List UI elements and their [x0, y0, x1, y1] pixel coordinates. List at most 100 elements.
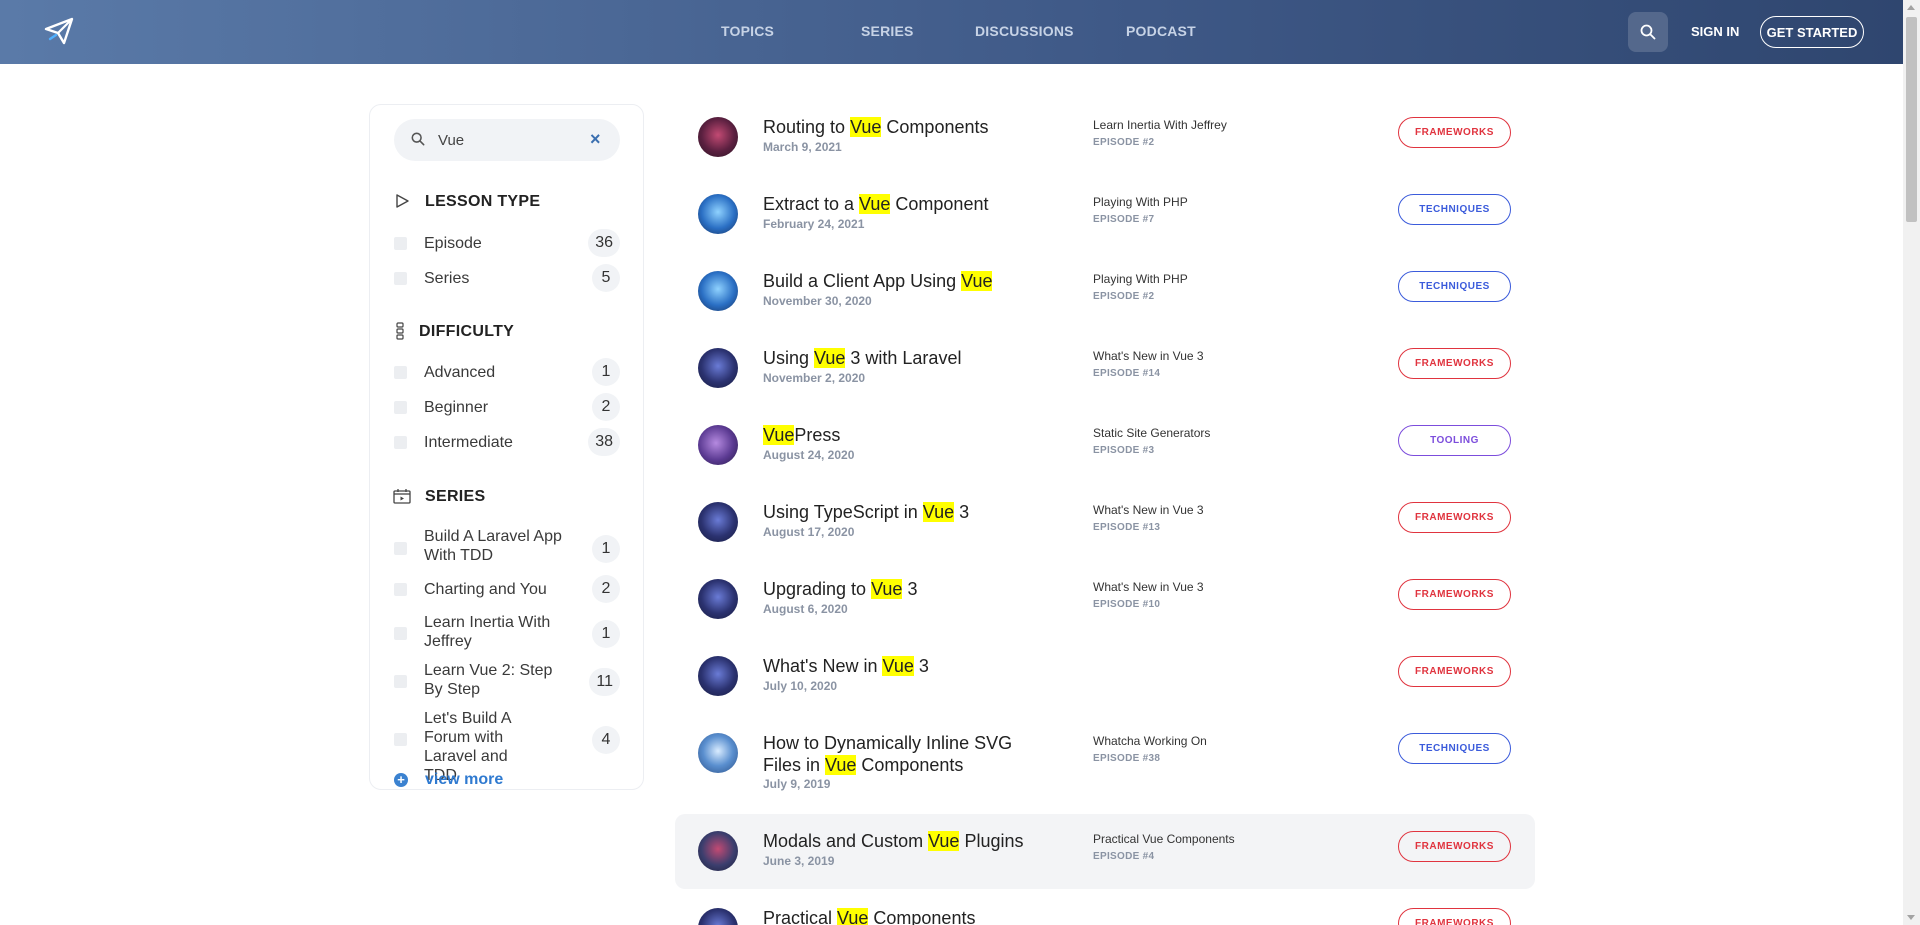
- search-highlight: Vue: [814, 348, 846, 368]
- search-icon: [1640, 24, 1656, 40]
- series-link[interactable]: What's New in Vue 3: [1093, 349, 1204, 363]
- series-thumbnail[interactable]: [698, 348, 738, 388]
- lesson-title[interactable]: Modals and Custom Vue Plugins: [763, 830, 1033, 852]
- lesson-row[interactable]: Using TypeScript in Vue 3 August 17, 2020…: [675, 485, 1535, 560]
- clear-search-icon[interactable]: ×: [590, 129, 601, 150]
- series-thumbnail[interactable]: [698, 908, 738, 925]
- filter-label: Series: [424, 270, 470, 287]
- lesson-title[interactable]: Upgrading to Vue 3: [763, 578, 1033, 600]
- search-button[interactable]: [1628, 12, 1668, 52]
- lesson-row[interactable]: VuePress August 24, 2020 Static Site Gener…: [675, 408, 1535, 483]
- series-link[interactable]: What's New in Vue 3: [1093, 503, 1204, 517]
- series-item-checkbox[interactable]: [394, 627, 407, 640]
- lesson-row[interactable]: How to Dynamically Inline SVG Files in V…: [675, 716, 1535, 791]
- scroll-up-arrow-icon[interactable]: [1907, 5, 1915, 10]
- intermediate-checkbox[interactable]: [394, 436, 407, 449]
- get-started-button[interactable]: GET STARTED: [1760, 16, 1864, 48]
- series-thumbnail[interactable]: [698, 831, 738, 871]
- lesson-title[interactable]: Practical Vue Components: [763, 907, 1033, 925]
- title-text: Routing to: [763, 117, 851, 137]
- topic-tag[interactable]: TECHNIQUES: [1398, 271, 1511, 302]
- lesson-row[interactable]: Extract to a Vue Component February 24, 2…: [675, 177, 1535, 252]
- series-link[interactable]: Static Site Generators: [1093, 426, 1210, 440]
- topic-tag[interactable]: FRAMEWORKS: [1398, 579, 1511, 610]
- lesson-title[interactable]: Extract to a Vue Component: [763, 193, 1033, 215]
- view-more-link[interactable]: + view more: [394, 771, 503, 789]
- topic-tag[interactable]: FRAMEWORKS: [1398, 502, 1511, 533]
- series-thumbnail[interactable]: [698, 194, 738, 234]
- lesson-title[interactable]: What's New in Vue 3: [763, 655, 1033, 677]
- filter-count: 5: [592, 264, 620, 292]
- title-text: Practical: [763, 908, 838, 925]
- topic-tag[interactable]: FRAMEWORKS: [1398, 656, 1511, 687]
- lesson-row[interactable]: What's New in Vue 3 July 10, 2020 FRAMEWOR…: [675, 639, 1535, 714]
- episode-number: EPISODE #2: [1093, 291, 1155, 302]
- search-highlight: Vue: [763, 425, 795, 445]
- filter-label: Intermediate: [424, 434, 513, 451]
- series-link[interactable]: Playing With PHP: [1093, 272, 1188, 286]
- lesson-date: November 2, 2020: [763, 371, 866, 385]
- series-thumbnail[interactable]: [698, 425, 738, 465]
- scrollbar-thumb[interactable]: [1906, 17, 1917, 222]
- sign-in-link[interactable]: SIGN IN: [1691, 24, 1739, 39]
- lesson-date: February 24, 2021: [763, 217, 865, 231]
- lesson-title[interactable]: How to Dynamically Inline SVG Files in V…: [763, 732, 1033, 776]
- title-text: Components: [868, 908, 976, 925]
- series-thumbnail[interactable]: [698, 656, 738, 696]
- series-item-checkbox[interactable]: [394, 675, 407, 688]
- lesson-row[interactable]: Practical Vue Components FRAMEWORKS: [675, 891, 1535, 925]
- series-checkbox[interactable]: [394, 272, 407, 285]
- series-thumbnail[interactable]: [698, 117, 738, 157]
- logo-icon[interactable]: [44, 17, 74, 45]
- nav-discussions[interactable]: DISCUSSIONS: [975, 23, 1074, 39]
- series-item-checkbox[interactable]: [394, 542, 407, 555]
- episode-number: EPISODE #4: [1093, 851, 1155, 862]
- topic-tag[interactable]: FRAMEWORKS: [1398, 908, 1511, 925]
- nav-podcast[interactable]: PODCAST: [1126, 23, 1196, 39]
- series-link[interactable]: Practical Vue Components: [1093, 832, 1235, 846]
- lesson-row[interactable]: Routing to Vue Components March 9, 2021 Le…: [675, 100, 1535, 175]
- filter-count: 36: [588, 229, 620, 257]
- search-value[interactable]: Vue: [438, 132, 464, 149]
- nav-topics[interactable]: TOPICS: [721, 23, 774, 39]
- series-item-checkbox[interactable]: [394, 583, 407, 596]
- series-thumbnail[interactable]: [698, 733, 738, 773]
- advanced-checkbox[interactable]: [394, 366, 407, 379]
- lesson-row[interactable]: Using Vue 3 with Laravel November 2, 2020…: [675, 331, 1535, 406]
- series-link[interactable]: What's New in Vue 3: [1093, 580, 1204, 594]
- lesson-row[interactable]: Modals and Custom Vue Plugins June 3, 201…: [675, 814, 1535, 889]
- lesson-date: July 10, 2020: [763, 679, 838, 693]
- topic-tag[interactable]: FRAMEWORKS: [1398, 348, 1511, 379]
- lesson-title[interactable]: Using Vue 3 with Laravel: [763, 347, 1033, 369]
- series-item-checkbox[interactable]: [394, 733, 407, 746]
- search-input[interactable]: Vue ×: [394, 119, 620, 161]
- series-link[interactable]: Whatcha Working On: [1093, 734, 1207, 748]
- topic-tag[interactable]: TECHNIQUES: [1398, 194, 1511, 225]
- page-scrollbar[interactable]: [1903, 0, 1920, 925]
- filter-count: 4: [592, 726, 620, 754]
- search-highlight: Vue: [882, 656, 914, 676]
- topic-tag[interactable]: TECHNIQUES: [1398, 733, 1511, 764]
- series-thumbnail[interactable]: [698, 579, 738, 619]
- topic-tag[interactable]: TOOLING: [1398, 425, 1511, 456]
- series-thumbnail[interactable]: [698, 271, 738, 311]
- lesson-title[interactable]: VuePress: [763, 424, 1033, 446]
- topic-tag[interactable]: FRAMEWORKS: [1398, 831, 1511, 862]
- scroll-down-arrow-icon[interactable]: [1907, 915, 1915, 920]
- lesson-title[interactable]: Build a Client App Using Vue: [763, 270, 1033, 292]
- lesson-title[interactable]: Routing to Vue Components: [763, 116, 1033, 138]
- episode-checkbox[interactable]: [394, 237, 407, 250]
- title-text: Modals and Custom: [763, 831, 929, 851]
- nav-series[interactable]: SERIES: [861, 23, 914, 39]
- lesson-row[interactable]: Build a Client App Using Vue November 30,…: [675, 254, 1535, 329]
- top-navbar: TOPICS SERIES DISCUSSIONS PODCAST SIGN I…: [0, 0, 1903, 64]
- lesson-title[interactable]: Using TypeScript in Vue 3: [763, 501, 1033, 523]
- episode-number: EPISODE #3: [1093, 445, 1155, 456]
- topic-tag[interactable]: FRAMEWORKS: [1398, 117, 1511, 148]
- series-thumbnail[interactable]: [698, 502, 738, 542]
- series-link[interactable]: Playing With PHP: [1093, 195, 1188, 209]
- series-link[interactable]: Learn Inertia With Jeffrey: [1093, 118, 1227, 132]
- lesson-row[interactable]: Upgrading to Vue 3 August 6, 2020 What's N…: [675, 562, 1535, 637]
- beginner-checkbox[interactable]: [394, 401, 407, 414]
- title-text: 3: [954, 502, 970, 522]
